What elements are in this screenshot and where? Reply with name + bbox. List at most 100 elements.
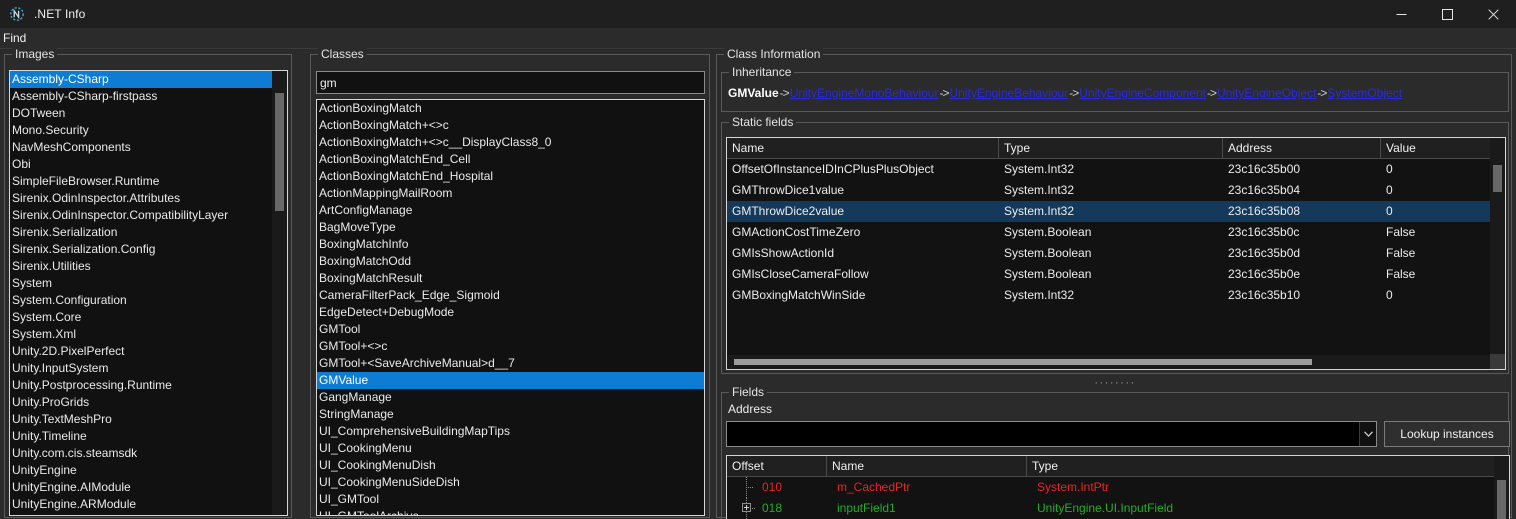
images-vertical-scrollbar[interactable] — [272, 71, 287, 515]
fields-vscroll-thumb[interactable] — [1497, 480, 1506, 519]
column-header[interactable]: Name — [727, 138, 999, 158]
list-item[interactable]: GMTool+<>c — [317, 338, 704, 355]
static-fields-grid[interactable]: Name Type Address Value OffsetOfInstanceIDI… — [726, 137, 1506, 370]
list-item[interactable]: GMTool+<SaveArchiveManual>d__7 — [317, 355, 704, 372]
list-item[interactable]: UI_GMToolArchive — [317, 508, 704, 515]
list-item[interactable]: Unity.ProGrids — [10, 394, 272, 411]
list-item[interactable]: EdgeDetect+DebugMode — [317, 304, 704, 321]
column-header[interactable]: Name — [827, 456, 1027, 476]
list-item[interactable]: DOTween — [10, 105, 272, 122]
fields-vertical-scrollbar[interactable] — [1494, 456, 1509, 519]
table-row[interactable]: GMActionCostTimeZero System.Boolean 23c16c… — [727, 222, 1490, 243]
column-header[interactable]: Offset — [727, 456, 827, 476]
images-scroll-thumb[interactable] — [275, 93, 284, 211]
table-cell: 23c16c35b00 — [1228, 162, 1301, 176]
list-item[interactable]: UI_CookingMenuDish — [317, 457, 704, 474]
inheritance-link[interactable]: UnityEngineObject — [1217, 86, 1316, 100]
list-item[interactable]: UI_GMTool — [317, 491, 704, 508]
table-row[interactable]: 010 m_CachedPtr System.IntPtr — [727, 477, 1494, 498]
list-item[interactable]: Assembly-CSharp-firstpass — [10, 88, 272, 105]
menu-item-find[interactable]: Find — [0, 28, 32, 48]
list-item[interactable]: Unity.Timeline — [10, 428, 272, 445]
list-item[interactable]: Assembly-CSharp — [10, 71, 272, 88]
list-item[interactable]: UnityEngine.AIModule — [10, 479, 272, 496]
lookup-instances-button[interactable]: Lookup instances — [1384, 421, 1510, 447]
list-item[interactable]: GMTool — [317, 321, 704, 338]
list-item[interactable]: ArtConfigManage — [317, 202, 704, 219]
list-item[interactable]: Unity.TextMeshPro — [10, 411, 272, 428]
list-item[interactable]: ActionBoxingMatch — [317, 100, 704, 117]
list-item[interactable]: Unity.Postprocessing.Runtime — [10, 377, 272, 394]
column-header[interactable]: Address — [1223, 138, 1381, 158]
classes-listbox[interactable]: ActionBoxingMatch ActionBoxingMatch+<>c Ac… — [316, 99, 705, 516]
list-item[interactable]: Sirenix.Utilities — [10, 258, 272, 275]
address-combobox[interactable] — [726, 421, 1377, 447]
list-item[interactable]: ActionBoxingMatchEnd_Cell — [317, 151, 704, 168]
list-item[interactable]: BagMoveType — [317, 219, 704, 236]
list-item[interactable]: ActionBoxingMatch+<>c__DisplayClass8_0 — [317, 134, 704, 151]
table-row[interactable]: GMThrowDice2value System.Int32 23c16c35b08… — [727, 201, 1490, 222]
column-header[interactable]: Type — [1027, 456, 1496, 476]
list-item[interactable]: System.Xml — [10, 326, 272, 343]
list-item[interactable]: CameraFilterPack_Edge_Sigmoid — [317, 287, 704, 304]
list-item[interactable]: System.Core — [10, 309, 272, 326]
list-item[interactable]: Unity.2D.PixelPerfect — [10, 343, 272, 360]
inheritance-chain: GMValue->UnityEngineMonoBehaviour->Unity… — [728, 86, 1402, 100]
classes-filter-input[interactable] — [316, 71, 705, 94]
list-item[interactable]: System — [10, 275, 272, 292]
list-item[interactable]: ActionBoxingMatchEnd_Hospital — [317, 168, 704, 185]
inheritance-link[interactable]: SystemObject — [1327, 86, 1402, 100]
table-row[interactable]: 018 inputField1 UnityEngine.UI.InputField — [727, 498, 1494, 519]
expand-node-icon[interactable] — [742, 503, 753, 514]
list-item[interactable]: GMValue — [317, 372, 704, 389]
list-item[interactable]: UI_CookingMenuSideDish — [317, 474, 704, 491]
list-item[interactable]: Obi — [10, 156, 272, 173]
fields-body: 010 m_CachedPtr System.IntPtr 018 inputField… — [727, 477, 1494, 519]
minimize-icon[interactable] — [1378, 0, 1424, 28]
static-fields-vertical-scrollbar[interactable] — [1490, 138, 1505, 354]
column-header[interactable]: Type — [999, 138, 1223, 158]
panel-splitter[interactable]: ········ — [721, 377, 1509, 389]
address-input[interactable] — [726, 421, 1377, 447]
images-listbox[interactable]: Assembly-CSharp Assembly-CSharp-firstpass… — [9, 70, 288, 516]
list-item[interactable]: ActionBoxingMatch+<>c — [317, 117, 704, 134]
list-item[interactable]: ActionMappingMailRoom — [317, 185, 704, 202]
list-item[interactable]: Unity.InputSystem — [10, 360, 272, 377]
list-item[interactable]: System.Configuration — [10, 292, 272, 309]
static-fields-hscroll-thumb[interactable] — [734, 359, 1312, 365]
list-item[interactable]: UnityEngine.AccessibilityModule — [10, 513, 272, 515]
list-item[interactable]: Sirenix.Serialization — [10, 224, 272, 241]
list-item[interactable]: UnityEngine — [10, 462, 272, 479]
list-item[interactable]: SimpleFileBrowser.Runtime — [10, 173, 272, 190]
static-fields-vscroll-thumb[interactable] — [1493, 165, 1502, 192]
table-row[interactable]: GMIsShowActionId System.Boolean 23c16c35b0… — [727, 243, 1490, 264]
list-item[interactable]: Sirenix.Serialization.Config — [10, 241, 272, 258]
list-item[interactable]: UI_CookingMenu — [317, 440, 704, 457]
list-item[interactable]: BoxingMatchResult — [317, 270, 704, 287]
list-item[interactable]: UI_ComprehensiveBuildingMapTips — [317, 423, 704, 440]
inheritance-link[interactable]: UnityEngineComponent — [1079, 86, 1206, 100]
list-item[interactable]: GangManage — [317, 389, 704, 406]
table-row[interactable]: GMBoxingMatchWinSide System.Int32 23c16c35… — [727, 285, 1490, 306]
maximize-icon[interactable] — [1424, 0, 1470, 28]
close-icon[interactable] — [1470, 0, 1516, 28]
list-item[interactable]: Unity.com.cis.steamsdk — [10, 445, 272, 462]
inheritance-link[interactable]: UnityEngineBehaviour — [949, 86, 1068, 100]
table-row[interactable]: GMThrowDice1value System.Int32 23c16c35b04… — [727, 180, 1490, 201]
table-cell: GMThrowDice2value — [732, 204, 845, 218]
list-item[interactable]: BoxingMatchInfo — [317, 236, 704, 253]
chevron-down-icon[interactable] — [1359, 422, 1376, 446]
column-header[interactable]: Value — [1381, 138, 1505, 158]
list-item[interactable]: StringManage — [317, 406, 704, 423]
list-item[interactable]: UnityEngine.ARModule — [10, 496, 272, 513]
inheritance-link[interactable]: UnityEngineMonoBehaviour — [790, 86, 939, 100]
table-row[interactable]: GMIsCloseCameraFollow System.Boolean 23c16… — [727, 264, 1490, 285]
list-item[interactable]: Sirenix.OdinInspector.CompatibilityLayer — [10, 207, 272, 224]
list-item[interactable]: Mono.Security — [10, 122, 272, 139]
fields-grid[interactable]: Offset Name Type 010 m_CachedPtr System.IntP… — [726, 455, 1510, 519]
table-row[interactable]: OffsetOfInstanceIDInCPlusPlusObject Syste… — [727, 159, 1490, 180]
static-fields-horizontal-scrollbar[interactable] — [727, 355, 1490, 369]
list-item[interactable]: BoxingMatchOdd — [317, 253, 704, 270]
list-item[interactable]: Sirenix.OdinInspector.Attributes — [10, 190, 272, 207]
list-item[interactable]: NavMeshComponents — [10, 139, 272, 156]
